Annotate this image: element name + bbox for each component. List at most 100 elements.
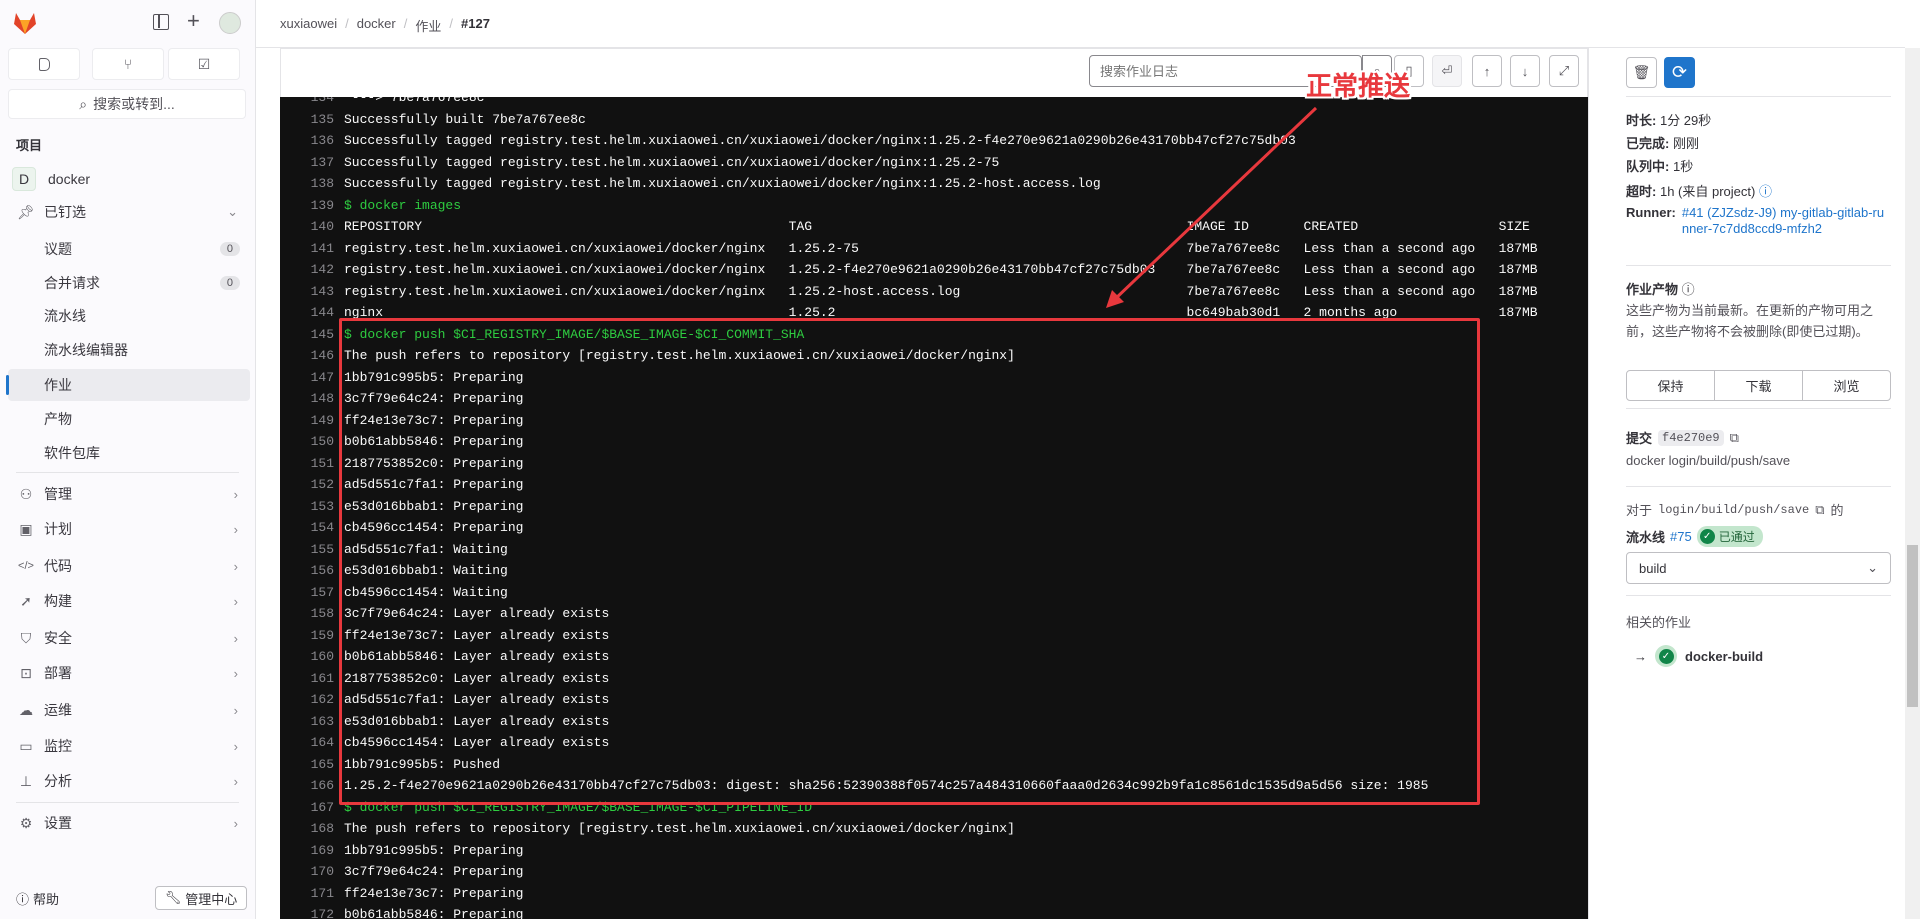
sidebar-item-deploy[interactable]: ⊡ 部署 › [8,657,250,689]
sidebar-item-artifacts[interactable]: 产物 [8,403,250,435]
line-number[interactable]: 158 [280,603,344,625]
line-number[interactable]: 172 [280,904,344,919]
line-number[interactable]: 138 [280,173,344,195]
line-number[interactable]: 160 [280,646,344,668]
breadcrumb-jobs[interactable]: 作业 [415,16,441,35]
line-number[interactable]: 143 [280,281,344,303]
line-number[interactable]: 151 [280,453,344,475]
keep-button[interactable]: 保持 [1627,371,1715,400]
line-number[interactable]: 147 [280,367,344,389]
copy-icon[interactable]: ⧉ [1815,502,1824,518]
line-number[interactable]: 155 [280,539,344,561]
chevron-right-icon: › [233,593,238,609]
download-button[interactable]: 下载 [1715,371,1803,400]
line-number[interactable]: 136 [280,130,344,152]
help-circle-icon[interactable]: ⓘ [1759,184,1772,199]
line-number[interactable]: 150 [280,431,344,453]
line-number[interactable]: 167 [280,797,344,819]
related-job-item[interactable]: → ✓ docker-build [1634,645,1763,667]
line-number[interactable]: 169 [280,840,344,862]
sidebar-item-manage[interactable]: ⚇ 管理 › [8,478,250,510]
line-number[interactable]: 164 [280,732,344,754]
line-number[interactable]: 171 [280,883,344,905]
line-number[interactable]: 140 [280,216,344,238]
sidebar-item-settings[interactable]: ⚙ 设置 › [8,807,250,839]
sidebar-item-operate[interactable]: ☁ 运维 › [8,694,250,726]
plus-icon[interactable]: + [187,8,200,34]
browse-button[interactable]: 浏览 [1803,371,1890,400]
sidebar-item-plan[interactable]: ▣ 计划 › [8,513,250,545]
line-number[interactable]: 159 [280,625,344,647]
avatar[interactable] [219,12,241,34]
sidebar-item-merge-requests[interactable]: 合并请求 0 [8,267,250,299]
status-badge[interactable]: ✓ 已通过 [1696,526,1763,547]
project-link[interactable]: D docker [8,163,250,195]
wrap-lines-button[interactable]: ⏎ [1432,55,1462,87]
fullscreen-button[interactable]: ⤢ [1549,55,1579,87]
runner-link[interactable]: #41 (ZJZsdz-J9) my-gitlab-gitlab-runner-… [1682,205,1886,237]
help-button[interactable]: ⓘ 帮助 [16,889,59,908]
merge-request-icon: ⑂ [123,56,133,72]
sidebar-toggle-icon[interactable] [153,14,169,30]
sidebar-item-analyze[interactable]: ⊥ 分析 › [8,765,250,797]
deploy-icon: ⊡ [20,664,32,681]
sidebar-item-pipeline-editor[interactable]: 流水线编辑器 [8,334,250,366]
line-number[interactable]: 139 [280,195,344,217]
line-number[interactable]: 144 [280,302,344,324]
copy-icon[interactable]: ⧉ [1730,430,1739,446]
merge-requests-button[interactable]: ⑂ [92,48,164,80]
ref-name[interactable]: login/build/push/save [1658,503,1809,517]
line-number[interactable]: 149 [280,410,344,432]
line-number[interactable]: 162 [280,689,344,711]
breadcrumb-job-id[interactable]: #127 [461,16,490,35]
search-button[interactable]: ⌕ 搜索或转到... [8,89,246,119]
retry-button[interactable]: ⟳ [1664,57,1695,88]
sidebar-item-code[interactable]: </> 代码 › [8,550,250,582]
gitlab-logo[interactable] [12,10,38,39]
line-number[interactable]: 163 [280,711,344,733]
todos-button[interactable]: ☑ [168,48,240,80]
sidebar-item-jobs[interactable]: 作业 [6,369,250,401]
line-number[interactable]: 161 [280,668,344,690]
line-number[interactable]: 153 [280,496,344,518]
line-number[interactable]: 137 [280,152,344,174]
line-number[interactable]: 146 [280,345,344,367]
breadcrumb-project[interactable]: docker [357,16,396,35]
issues-button[interactable] [8,48,80,80]
sidebar-item-monitor[interactable]: ▭ 监控 › [8,730,250,762]
sidebar-item-pipelines[interactable]: 流水线 [8,300,250,332]
help-circle-icon[interactable]: ⓘ [1682,282,1695,297]
line-number[interactable]: 134 [280,97,344,109]
pipeline-link[interactable]: #75 [1670,529,1692,544]
breadcrumb-user[interactable]: xuxiaowei [280,16,337,35]
sidebar-item-packages[interactable]: 软件包库 [8,437,250,469]
line-number[interactable]: 145 [280,324,344,346]
line-number[interactable]: 142 [280,259,344,281]
line-number[interactable]: 148 [280,388,344,410]
line-number[interactable]: 166 [280,775,344,797]
pinned-section-toggle[interactable]: 📌︎ 已钉选 ⌄ [8,196,250,228]
line-number[interactable]: 157 [280,582,344,604]
sidebar-item-build[interactable]: ➚ 构建 › [8,585,250,617]
line-number[interactable]: 141 [280,238,344,260]
line-number[interactable]: 168 [280,818,344,840]
line-number[interactable]: 154 [280,517,344,539]
admin-area-button[interactable]: 🔧︎ 管理中心 [155,886,247,910]
status-text: 已通过 [1718,530,1755,544]
line-number[interactable]: 156 [280,560,344,582]
divider [16,802,239,803]
line-number[interactable]: 135 [280,109,344,131]
scroll-to-top-button[interactable]: ↑ [1472,55,1502,87]
scrollbar-thumb[interactable] [1907,545,1918,707]
commit-sha-link[interactable]: f4e270e9 [1658,429,1724,446]
erase-log-button[interactable]: 🗑︎ [1626,57,1657,88]
sidebar-item-secure[interactable]: ⛉ 安全 › [8,622,250,654]
sidebar-item-issues[interactable]: 议题 0 [8,233,250,265]
line-number[interactable]: 170 [280,861,344,883]
calendar-icon: ▣ [19,520,33,537]
page-scrollbar[interactable] [1905,48,1920,919]
scroll-to-bottom-button[interactable]: ↓ [1510,55,1540,87]
line-number[interactable]: 165 [280,754,344,776]
line-number[interactable]: 152 [280,474,344,496]
stage-select[interactable]: build ⌄ [1626,552,1891,584]
